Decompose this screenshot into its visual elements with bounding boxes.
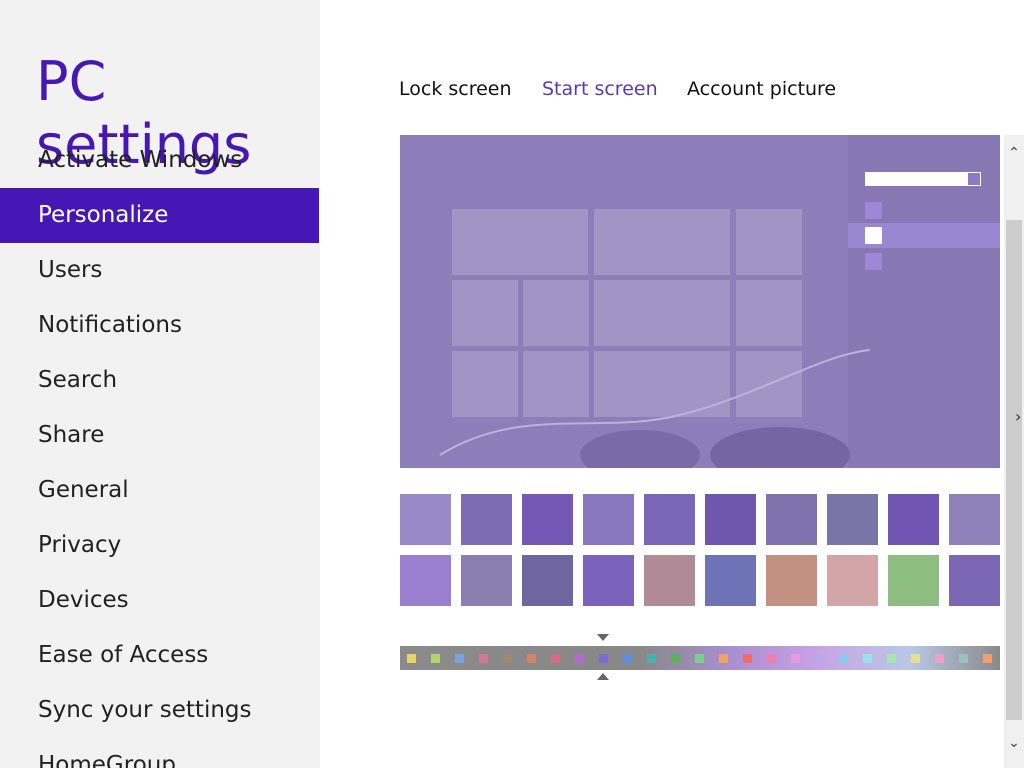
color-swatch[interactable] (863, 654, 872, 663)
color-swatch[interactable] (671, 654, 680, 663)
pattern-thumbnail[interactable] (644, 494, 695, 545)
pattern-thumbnail[interactable] (766, 555, 817, 606)
pattern-thumbnail[interactable] (583, 555, 634, 606)
pattern-thumbnail[interactable] (461, 555, 512, 606)
color-swatch[interactable] (815, 654, 824, 663)
color-swatch[interactable] (647, 654, 656, 663)
color-swatch[interactable] (719, 654, 728, 663)
color-swatch[interactable] (887, 654, 896, 663)
nav-item-privacy[interactable]: Privacy (0, 518, 320, 573)
start-screen-preview (400, 135, 1000, 468)
pattern-thumbnail[interactable] (400, 555, 451, 606)
nav-item-activate-windows[interactable]: Activate Windows (0, 133, 320, 188)
pattern-thumbnail[interactable] (644, 555, 695, 606)
color-swatch[interactable] (599, 654, 608, 663)
color-swatch[interactable] (407, 654, 416, 663)
color-swatch[interactable] (623, 654, 632, 663)
nav-item-devices[interactable]: Devices (0, 573, 320, 628)
tab-account-picture[interactable]: Account picture (687, 78, 836, 100)
color-swatch[interactable] (503, 654, 512, 663)
color-swatch[interactable] (527, 654, 536, 663)
pattern-thumbnail[interactable] (461, 494, 512, 545)
color-swatch[interactable] (935, 654, 944, 663)
color-swatch[interactable] (911, 654, 920, 663)
pattern-thumbnail[interactable] (827, 494, 878, 545)
pattern-thumbnail[interactable] (766, 494, 817, 545)
palette-marker-icon (597, 673, 609, 680)
pattern-thumbnail[interactable] (705, 494, 756, 545)
settings-nav: Activate Windows Personalize Users Notif… (0, 133, 320, 768)
pattern-thumbnail[interactable] (949, 555, 1000, 606)
color-swatch[interactable] (479, 654, 488, 663)
color-swatch[interactable] (575, 654, 584, 663)
palette-marker-icon (597, 634, 609, 641)
nav-item-sync-your-settings[interactable]: Sync your settings (0, 683, 320, 738)
pattern-thumbnail[interactable] (583, 494, 634, 545)
pattern-thumbnail[interactable] (705, 555, 756, 606)
color-swatch[interactable] (983, 654, 992, 663)
nav-item-share[interactable]: Share (0, 408, 320, 463)
color-swatch[interactable] (455, 654, 464, 663)
pattern-thumbnail[interactable] (827, 555, 878, 606)
pattern-thumbnail[interactable] (888, 494, 939, 545)
nav-item-homegroup[interactable]: HomeGroup (0, 738, 320, 768)
color-swatch[interactable] (695, 654, 704, 663)
pattern-thumbnail[interactable] (522, 555, 573, 606)
color-swatch[interactable] (743, 654, 752, 663)
pattern-thumbnail[interactable] (522, 494, 573, 545)
settings-sidebar: PC settings Activate Windows Personalize… (0, 0, 320, 768)
scroll-thumb[interactable] (1006, 220, 1022, 720)
tab-lock-screen[interactable]: Lock screen (399, 78, 512, 100)
nav-item-general[interactable]: General (0, 463, 320, 518)
color-swatch[interactable] (839, 654, 848, 663)
nav-item-search[interactable]: Search (0, 353, 320, 408)
nav-item-personalize[interactable]: Personalize (0, 188, 319, 243)
mouse-cursor-icon: › (1015, 407, 1022, 426)
color-palette-strip[interactable] (400, 646, 1000, 670)
tab-start-screen[interactable]: Start screen (542, 78, 658, 100)
color-swatch[interactable] (791, 654, 800, 663)
color-swatch[interactable] (551, 654, 560, 663)
color-swatch[interactable] (959, 654, 968, 663)
scroll-down-arrow-icon[interactable]: ⌄ (1004, 735, 1024, 751)
pattern-thumbnail[interactable] (949, 494, 1000, 545)
nav-item-users[interactable]: Users (0, 243, 320, 298)
pattern-row-2 (400, 555, 1000, 607)
color-swatch[interactable] (767, 654, 776, 663)
preview-pattern (439, 349, 871, 468)
nav-item-notifications[interactable]: Notifications (0, 298, 320, 353)
pattern-thumbnail[interactable] (888, 555, 939, 606)
pattern-row-1 (398, 492, 1000, 547)
vertical-scrollbar[interactable]: ⌃ ⌄ (1004, 135, 1024, 768)
pattern-thumbnail[interactable] (398, 492, 453, 547)
color-swatch[interactable] (431, 654, 440, 663)
nav-item-ease-of-access[interactable]: Ease of Access (0, 628, 320, 683)
scroll-up-arrow-icon[interactable]: ⌃ (1004, 145, 1024, 161)
